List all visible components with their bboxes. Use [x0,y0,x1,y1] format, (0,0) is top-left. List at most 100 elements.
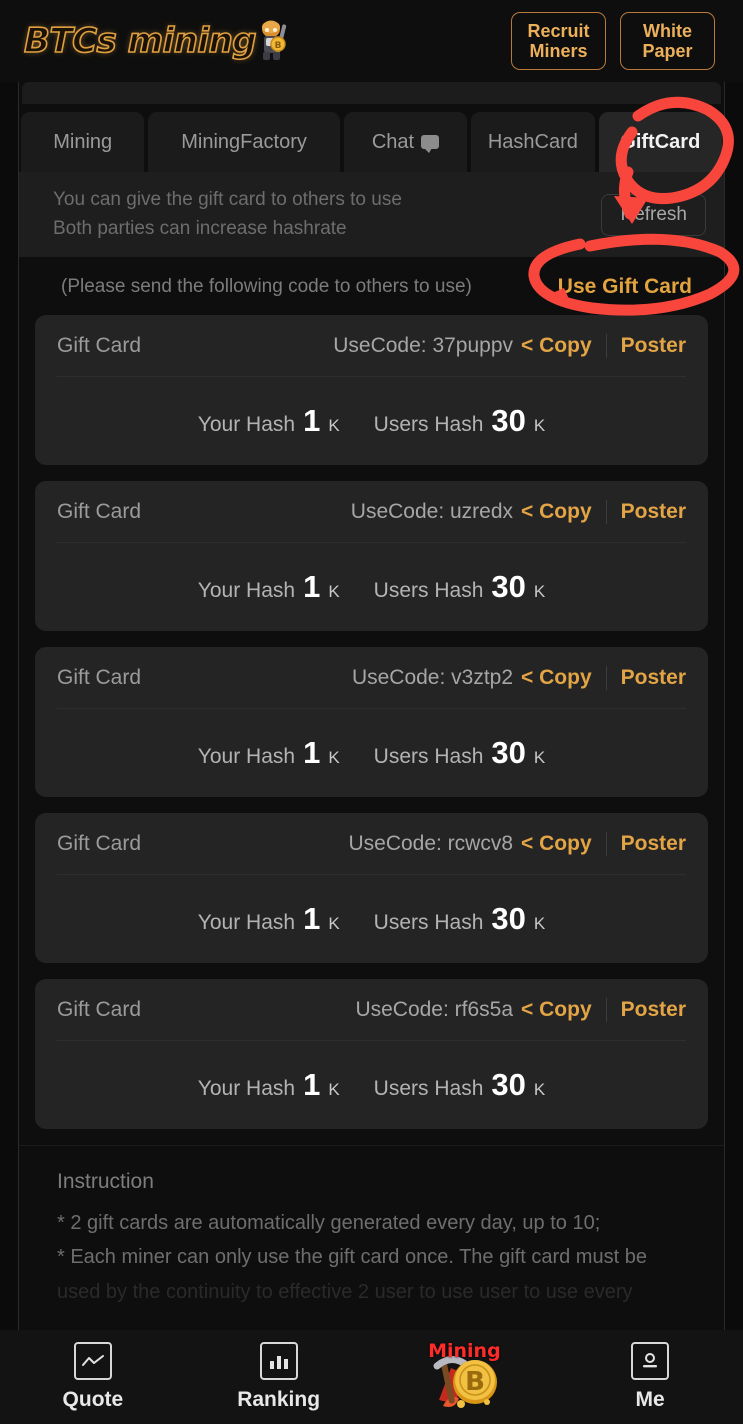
gift-card-stats: Your Hash 1 K Users Hash 30 K [57,1041,686,1129]
poster-button[interactable]: Poster [621,998,686,1022]
poster-button[interactable]: Poster [621,500,686,524]
users-hash-unit: K [533,914,546,933]
svg-text:B: B [275,41,282,51]
tab-miningfactory[interactable]: MiningFactory [148,112,340,172]
gift-card-header: Gift Card UseCode: rf6s5a < Copy Poster [57,979,686,1041]
instruction-title: Instruction [57,1170,154,1193]
nav-item-me-label: Me [635,1388,665,1411]
tab-hashcard[interactable]: HashCard [471,112,595,172]
mining-badge-label: Mining [428,1340,501,1362]
your-hash-group: Your Hash 1 K [198,569,340,605]
users-hash-group: Users Hash 30 K [374,1067,546,1103]
your-hash-label: Your Hash [197,745,296,768]
gift-card-title: Gift Card [57,997,142,1021]
gift-card-item[interactable]: Gift Card UseCode: rcwcv8 < Copy Poster … [35,813,708,963]
white-paper-line2: Paper [642,41,693,61]
gift-card-item[interactable]: Gift Card UseCode: uzredx < Copy Poster … [35,481,708,631]
your-hash-group: Your Hash 1 K [198,403,340,439]
poster-button[interactable]: Poster [621,832,686,856]
users-hash-group: Users Hash 30 K [374,735,546,771]
your-hash-label: Your Hash [197,413,296,436]
gift-card-title: Gift Card [57,665,142,689]
notice-line-2: Both parties can increase hashrate [53,217,347,239]
gift-card-actions: UseCode: 37puppv < Copy Poster [333,333,686,358]
instruction-line-1: * 2 gift cards are automatically generat… [57,1212,601,1234]
app-logo[interactable]: BTCs mining B [23,20,296,62]
users-hash-group: Users Hash 30 K [374,403,546,439]
gift-card-stats: Your Hash 1 K Users Hash 30 K [57,875,686,963]
bar-chart-icon [259,1342,298,1380]
users-hash-label: Users Hash [373,745,484,768]
tab-chat[interactable]: Chat [343,112,468,172]
gift-card-title: Gift Card [57,831,142,855]
action-divider [605,997,607,1022]
nav-item-mining[interactable]: Mining B [372,1340,558,1414]
white-paper-button[interactable]: White Paper [620,12,715,70]
svg-text:B: B [465,1367,485,1397]
app-frame: Mining MiningFactory Chat HashCard GiftC… [18,82,725,1338]
app-header: BTCs mining B Recruit Miners White Paper [0,0,743,82]
instruction-section: Instruction * 2 gift cards are automatic… [19,1145,724,1309]
users-hash-label: Users Hash [373,413,484,436]
instruction-line-2: * Each miner can only use the gift card … [57,1246,647,1269]
users-hash-unit: K [533,1080,546,1099]
users-hash-value: 30 [491,735,526,770]
nav-item-ranking[interactable]: Ranking [186,1342,372,1412]
poster-button[interactable]: Poster [621,334,686,358]
white-paper-line1: White [643,20,692,41]
poster-button[interactable]: Poster [621,666,686,690]
your-hash-value: 1 [303,1067,321,1102]
users-hash-value: 30 [491,403,526,438]
your-hash-group: Your Hash 1 K [198,901,340,937]
header-buttons: Recruit Miners White Paper [511,12,715,70]
tab-giftcard[interactable]: GiftCard [598,112,722,172]
copy-button[interactable]: < Copy [521,832,592,856]
gift-card-header: Gift Card UseCode: rcwcv8 < Copy Poster [57,813,686,875]
recruit-miners-line2: Miners [529,41,588,61]
send-code-note: (Please send the following code to other… [61,276,472,297]
your-hash-unit: K [328,1080,340,1099]
action-divider [605,499,607,524]
gift-card-item[interactable]: Gift Card UseCode: rf6s5a < Copy Poster … [35,979,708,1129]
users-hash-unit: K [533,748,546,767]
gift-card-item[interactable]: Gift Card UseCode: 37puppv < Copy Poster… [35,315,708,465]
users-hash-unit: K [533,416,546,435]
gift-card-item[interactable]: Gift Card UseCode: v3ztp2 < Copy Poster … [35,647,708,797]
notice-bar: You can give the gift card to others to … [19,172,724,257]
gift-card-header: Gift Card UseCode: uzredx < Copy Poster [57,481,686,543]
tab-giftcard-label: GiftCard [620,130,701,153]
gift-card-actions: UseCode: rf6s5a < Copy Poster [355,997,686,1022]
recruit-miners-line1: Recruit [527,20,590,41]
chat-bubble-icon [421,135,440,153]
miner-character-icon: B [250,16,296,62]
gift-card-stats: Your Hash 1 K Users Hash 30 K [57,543,686,631]
users-hash-label: Users Hash [373,911,484,934]
users-hash-label: Users Hash [373,579,484,602]
refresh-button[interactable]: Refresh [601,193,706,236]
copy-button[interactable]: < Copy [521,500,592,524]
tab-mining-label: Mining [53,130,113,153]
gift-card-usecode: UseCode: rf6s5a [355,997,514,1021]
nav-item-quote[interactable]: Quote [0,1342,186,1412]
gift-card-actions: UseCode: uzredx < Copy Poster [350,499,686,524]
use-gift-card-button[interactable]: Use Gift Card [558,275,696,299]
line-chart-icon [73,1342,112,1380]
nav-item-me[interactable]: Me [557,1342,743,1412]
gift-card-usecode: UseCode: uzredx [350,499,514,523]
users-hash-value: 30 [491,1067,526,1102]
copy-button[interactable]: < Copy [521,334,592,358]
your-hash-label: Your Hash [197,911,296,934]
copy-button[interactable]: < Copy [521,998,592,1022]
tab-miningfactory-label: MiningFactory [181,130,307,153]
nav-item-quote-label: Quote [62,1388,124,1411]
your-hash-value: 1 [303,403,321,438]
tab-mining[interactable]: Mining [21,112,145,172]
gift-card-title: Gift Card [57,333,142,357]
recruit-miners-button[interactable]: Recruit Miners [511,12,606,70]
gift-card-list: Gift Card UseCode: 37puppv < Copy Poster… [19,315,724,1129]
users-hash-value: 30 [491,569,526,604]
users-hash-label: Users Hash [373,1077,484,1100]
subhead-row: (Please send the following code to other… [19,257,724,315]
copy-button[interactable]: < Copy [521,666,592,690]
users-hash-group: Users Hash 30 K [374,569,546,605]
